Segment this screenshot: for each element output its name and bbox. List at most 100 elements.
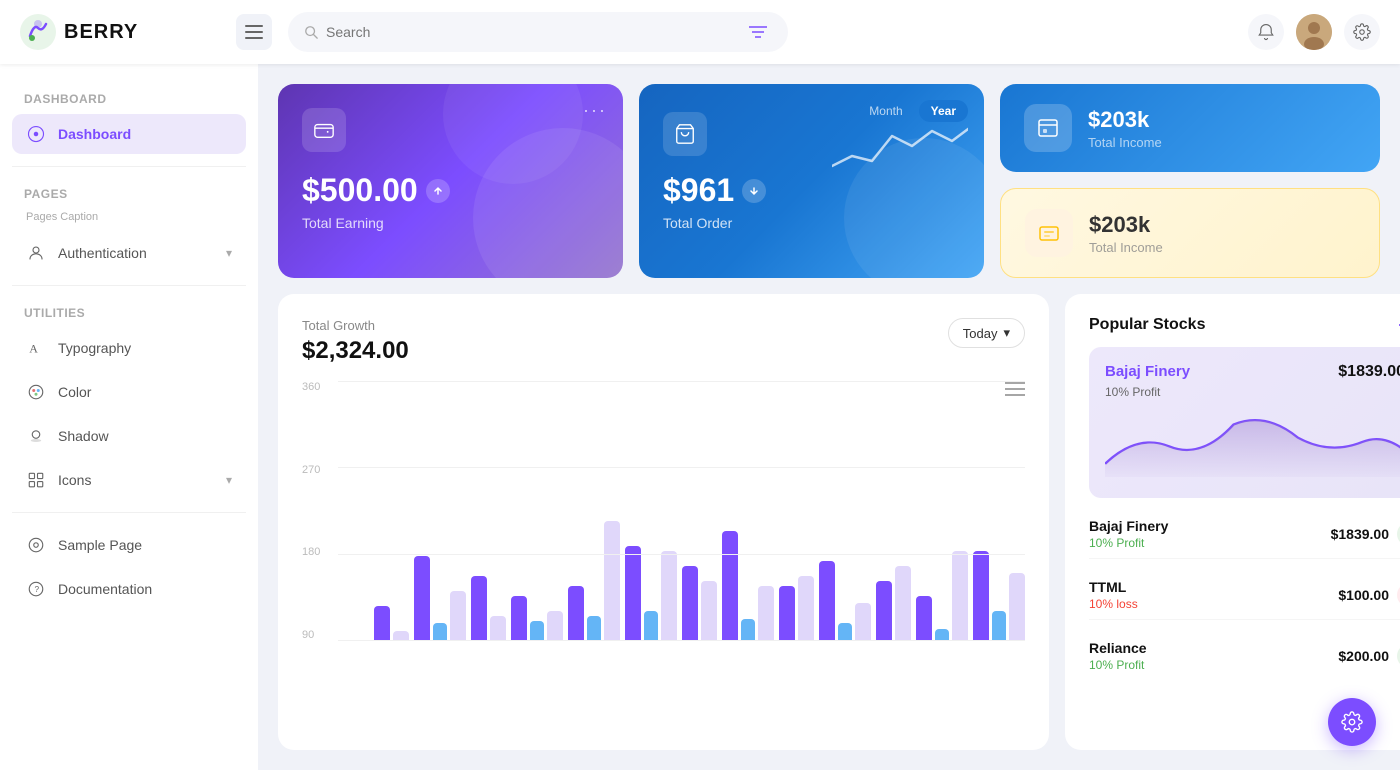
sidebar-item-sample-page[interactable]: Sample Page xyxy=(12,525,246,565)
filter-icon xyxy=(749,24,767,40)
chart-card: Total Growth $2,324.00 Today ▾ xyxy=(278,294,1049,750)
search-input[interactable] xyxy=(326,24,736,40)
bar-purple xyxy=(682,566,698,641)
reliance-stock-price: $200.00 xyxy=(1338,648,1389,664)
stock-info-reliance: Reliance 10% Profit xyxy=(1089,640,1147,672)
bar-blue xyxy=(644,611,658,641)
bar-light xyxy=(758,586,774,641)
chart-header: Total Growth $2,324.00 Today ▾ xyxy=(302,318,1025,365)
chart-title-label: Total Growth xyxy=(302,318,409,333)
header-right xyxy=(1248,14,1380,50)
ttml-stock-profit: 10% loss xyxy=(1089,597,1138,611)
bajaj-stock-price: $1839.00 xyxy=(1331,526,1389,542)
bar-group xyxy=(779,576,814,641)
wallet-icon xyxy=(313,119,335,141)
authentication-icon xyxy=(26,243,46,263)
reliance-stock-profit: 10% Profit xyxy=(1089,658,1147,672)
bar-light xyxy=(895,566,911,641)
menu-button[interactable] xyxy=(236,14,272,50)
bar-purple xyxy=(819,561,835,641)
bar-group xyxy=(471,576,506,641)
sidebar-divider-2 xyxy=(12,285,246,286)
sample-page-icon xyxy=(26,535,46,555)
featured-stock-card: Bajaj Finery $1839.00 10% Profit xyxy=(1089,347,1400,498)
earning-trend-icon xyxy=(426,179,450,203)
logo-icon xyxy=(20,14,56,50)
bar-chart xyxy=(338,381,1025,641)
search-filter-button[interactable] xyxy=(744,16,772,48)
main-layout: Dashboard Dashboard Pages Pages Caption … xyxy=(0,64,1400,770)
fab-gear-icon xyxy=(1341,711,1363,733)
user-avatar-icon xyxy=(1296,14,1332,50)
earning-card-more-button[interactable]: ··· xyxy=(583,100,607,121)
order-wave-chart xyxy=(808,92,968,262)
bottom-row: Total Growth $2,324.00 Today ▾ xyxy=(278,294,1380,750)
icons-nav-icon xyxy=(26,470,46,490)
chevron-down-icon: ▾ xyxy=(226,246,232,260)
income-blue-card: $203k Total Income xyxy=(1000,84,1380,172)
header: BERRY xyxy=(0,0,1400,64)
bar-light xyxy=(450,591,466,641)
income-yellow-icon xyxy=(1025,209,1073,257)
total-earning-card: ··· $500.00 Total Earning xyxy=(278,84,623,278)
income-blue-label: Total Income xyxy=(1088,135,1162,150)
bar-group xyxy=(973,551,1025,641)
today-button[interactable]: Today ▾ xyxy=(948,318,1025,348)
sidebar-item-color[interactable]: Color xyxy=(12,372,246,412)
dashboard-icon xyxy=(26,124,46,144)
bar-blue xyxy=(838,623,852,641)
stock-row-bajaj: Bajaj Finery 10% Profit $1839.00 ▲ xyxy=(1089,510,1400,559)
bar-blue xyxy=(741,619,755,641)
search-icon xyxy=(304,24,318,40)
bar-group xyxy=(722,531,774,641)
bell-icon xyxy=(1257,23,1275,41)
notification-button[interactable] xyxy=(1248,14,1284,50)
bar-light xyxy=(604,521,620,641)
bar-blue xyxy=(433,623,447,641)
bar-purple xyxy=(722,531,738,641)
order-trend-icon xyxy=(742,179,766,203)
svg-text:?: ? xyxy=(35,585,40,594)
bar-group xyxy=(916,551,968,641)
ttml-stock-name: TTML xyxy=(1089,579,1138,595)
bar-light xyxy=(547,611,563,641)
bar-light xyxy=(661,551,677,641)
sidebar-item-typography[interactable]: A Typography xyxy=(12,328,246,368)
sidebar-item-documentation[interactable]: ? Documentation xyxy=(12,569,246,609)
bar-purple xyxy=(414,556,430,641)
sidebar-item-authentication[interactable]: Authentication ▾ xyxy=(12,233,246,273)
sidebar-item-icons[interactable]: Icons ▾ xyxy=(12,460,246,500)
search-bar xyxy=(288,12,788,52)
dropdown-arrow-icon: ▾ xyxy=(1003,325,1010,341)
shopping-bag-icon xyxy=(674,123,696,145)
income-blue-amount: $203k xyxy=(1088,107,1162,133)
documentation-icon: ? xyxy=(26,579,46,599)
sidebar-divider-1 xyxy=(12,166,246,167)
chart-inner: 360 270 180 90 xyxy=(302,381,1025,641)
bar-group xyxy=(625,546,677,641)
bar-group xyxy=(682,566,717,641)
bar-purple xyxy=(973,551,989,641)
y-label: 90 xyxy=(302,629,320,641)
ttml-stock-price: $100.00 xyxy=(1338,587,1389,603)
stock-row-reliance: Reliance 10% Profit $200.00 ▲ xyxy=(1089,632,1400,680)
sidebar-pages-caption: Pages Caption xyxy=(12,209,246,229)
icons-chevron-down-icon: ▾ xyxy=(226,473,232,487)
bar-group xyxy=(374,606,409,641)
stock-info-ttml: TTML 10% loss xyxy=(1089,579,1138,611)
stocks-header: Popular Stocks ··· xyxy=(1089,314,1400,335)
sidebar-item-shadow[interactable]: Shadow xyxy=(12,416,246,456)
reliance-stock-name: Reliance xyxy=(1089,640,1147,656)
fab-button[interactable] xyxy=(1328,698,1376,746)
avatar[interactable] xyxy=(1296,14,1332,50)
sidebar-item-dashboard[interactable]: Dashboard xyxy=(12,114,246,154)
logo-text: BERRY xyxy=(64,21,138,44)
bar-light xyxy=(490,616,506,641)
income-yellow-label: Total Income xyxy=(1089,240,1163,255)
stocks-card: Popular Stocks ··· Bajaj Finery $1839.00… xyxy=(1065,294,1400,750)
settings-button[interactable] xyxy=(1344,14,1380,50)
stat-cards-row: ··· $500.00 Total Earning Month Year xyxy=(278,84,1380,278)
ttml-stock-right: $100.00 ▼ xyxy=(1338,583,1400,607)
bar-light xyxy=(1009,573,1025,641)
sidebar-section-pages: Pages xyxy=(12,179,246,205)
